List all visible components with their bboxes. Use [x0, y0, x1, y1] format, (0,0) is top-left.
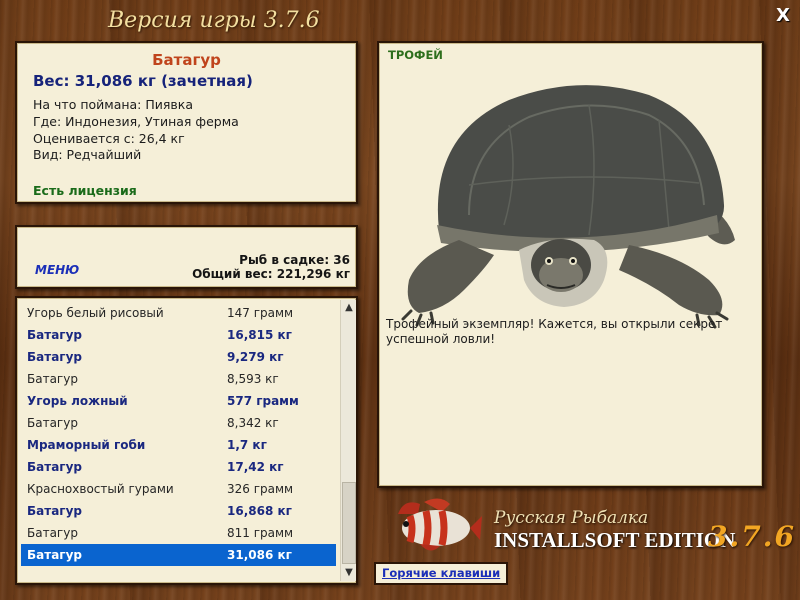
scroll-up-icon[interactable]: ▲ [341, 300, 356, 316]
fish-name: Батагур [152, 51, 221, 69]
license-status: Есть лицензия [33, 183, 137, 198]
list-item-fish-name: Угорь ложный [27, 394, 128, 408]
menu-panel: МЕНЮ Рыб в садке: 36 Общий вес: 221,296 … [15, 225, 358, 289]
list-item-weight: 147 грамм [227, 306, 294, 320]
list-item-weight: 326 грамм [227, 482, 294, 496]
list-item[interactable]: Батагур 16,868 кг [21, 500, 336, 522]
list-item-fish-name: Батагур [27, 504, 82, 518]
list-item[interactable]: Краснохвостый гурами 326 грамм [21, 478, 336, 500]
list-item-weight: 31,086 кг [227, 548, 292, 562]
bait-info: На что поймана: Пиявка [33, 97, 193, 112]
trophy-label: ТРОФЕЙ [388, 48, 443, 62]
list-item[interactable]: Батагур 16,815 кг [21, 324, 336, 346]
list-item-fish-name: Батагур [27, 526, 78, 540]
hotkeys-button[interactable]: Горячие клавиши [374, 562, 509, 585]
scrollbar[interactable]: ▲ ▼ [340, 300, 356, 581]
list-item-fish-name: Батагур [27, 372, 78, 386]
rarity-info: Вид: Редчайший [33, 147, 142, 162]
list-item[interactable]: Батагур 9,279 кг [21, 346, 336, 368]
scroll-thumb[interactable] [342, 482, 356, 564]
list-item-fish-name: Батагур [27, 460, 82, 474]
brand-edition: INSTALLSOFT EDITION [494, 528, 736, 552]
list-item-fish-name: Батагур [27, 328, 82, 342]
list-item[interactable]: Угорь ложный 577 грамм [21, 390, 336, 412]
list-item[interactable]: Батагур 811 грамм [21, 522, 336, 544]
fish-info-panel: Батагур Вес: 31,086 кг (зачетная) На что… [15, 41, 358, 204]
list-item[interactable]: Мраморный гоби 1,7 кг [21, 434, 336, 456]
list-item-weight: 8,342 кг [227, 416, 279, 430]
close-button[interactable]: X [774, 6, 792, 26]
list-item-fish-name: Мраморный гоби [27, 438, 146, 452]
brand-version: 3.7.6 [708, 520, 796, 553]
list-item-weight: 811 грамм [227, 526, 294, 540]
list-item[interactable]: Угорь белый рисовый 147 грамм [21, 302, 336, 324]
fish-logo-icon [398, 498, 482, 551]
location-info: Где: Индонезия, Утиная ферма [33, 114, 239, 129]
list-item-weight: 8,593 кг [227, 372, 279, 386]
list-item[interactable]: Батагур 8,342 кг [21, 412, 336, 434]
fish-in-cage-count: Рыб в садке: 36 [239, 253, 350, 267]
cage-stats: Рыб в садке: 36 Общий вес: 221,296 кг [192, 253, 350, 281]
list-item-weight: 577 грамм [227, 394, 299, 408]
list-item-weight: 17,42 кг [227, 460, 284, 474]
list-item-weight: 16,815 кг [227, 328, 292, 342]
catch-list[interactable]: Угорь белый рисовый 147 грамм Батагур 16,81… [15, 296, 358, 585]
list-item-fish-name: Батагур [27, 416, 78, 430]
window-title: Версия игры 3.7.6 [108, 8, 320, 33]
trophy-panel: ТРОФЕЙ Трофейный экземпляр! Кажется, вы … [377, 41, 764, 488]
list-item[interactable]: Батагур 8,593 кг [21, 368, 336, 390]
turtle-image [401, 85, 735, 329]
list-item-fish-name: Угорь белый рисовый [27, 306, 164, 320]
fish-weight: Вес: 31,086 кг (зачетная) [33, 72, 253, 90]
brand-name: Русская Рыбалка [494, 508, 649, 528]
list-item[interactable]: Батагур 17,42 кг [21, 456, 336, 478]
rating-info: Оценивается с: 26,4 кг [33, 131, 185, 146]
list-item-fish-name: Краснохвостый гурами [27, 482, 174, 496]
menu-button[interactable]: МЕНЮ [35, 263, 79, 277]
total-weight: Общий вес: 221,296 кг [192, 267, 350, 281]
scroll-down-icon[interactable]: ▼ [341, 565, 356, 581]
trophy-description: Трофейный экземпляр! Кажется, вы открыли… [386, 317, 723, 346]
list-item[interactable]: Батагур 31,086 кг [21, 544, 336, 566]
list-item-fish-name: Батагур [27, 350, 82, 364]
list-item-weight: 9,279 кг [227, 350, 284, 364]
list-item-weight: 16,868 кг [227, 504, 292, 518]
list-item-fish-name: Батагур [27, 548, 82, 562]
list-item-weight: 1,7 кг [227, 438, 267, 452]
catch-list-rows: Угорь белый рисовый 147 грамм Батагур 16,81… [21, 302, 336, 566]
